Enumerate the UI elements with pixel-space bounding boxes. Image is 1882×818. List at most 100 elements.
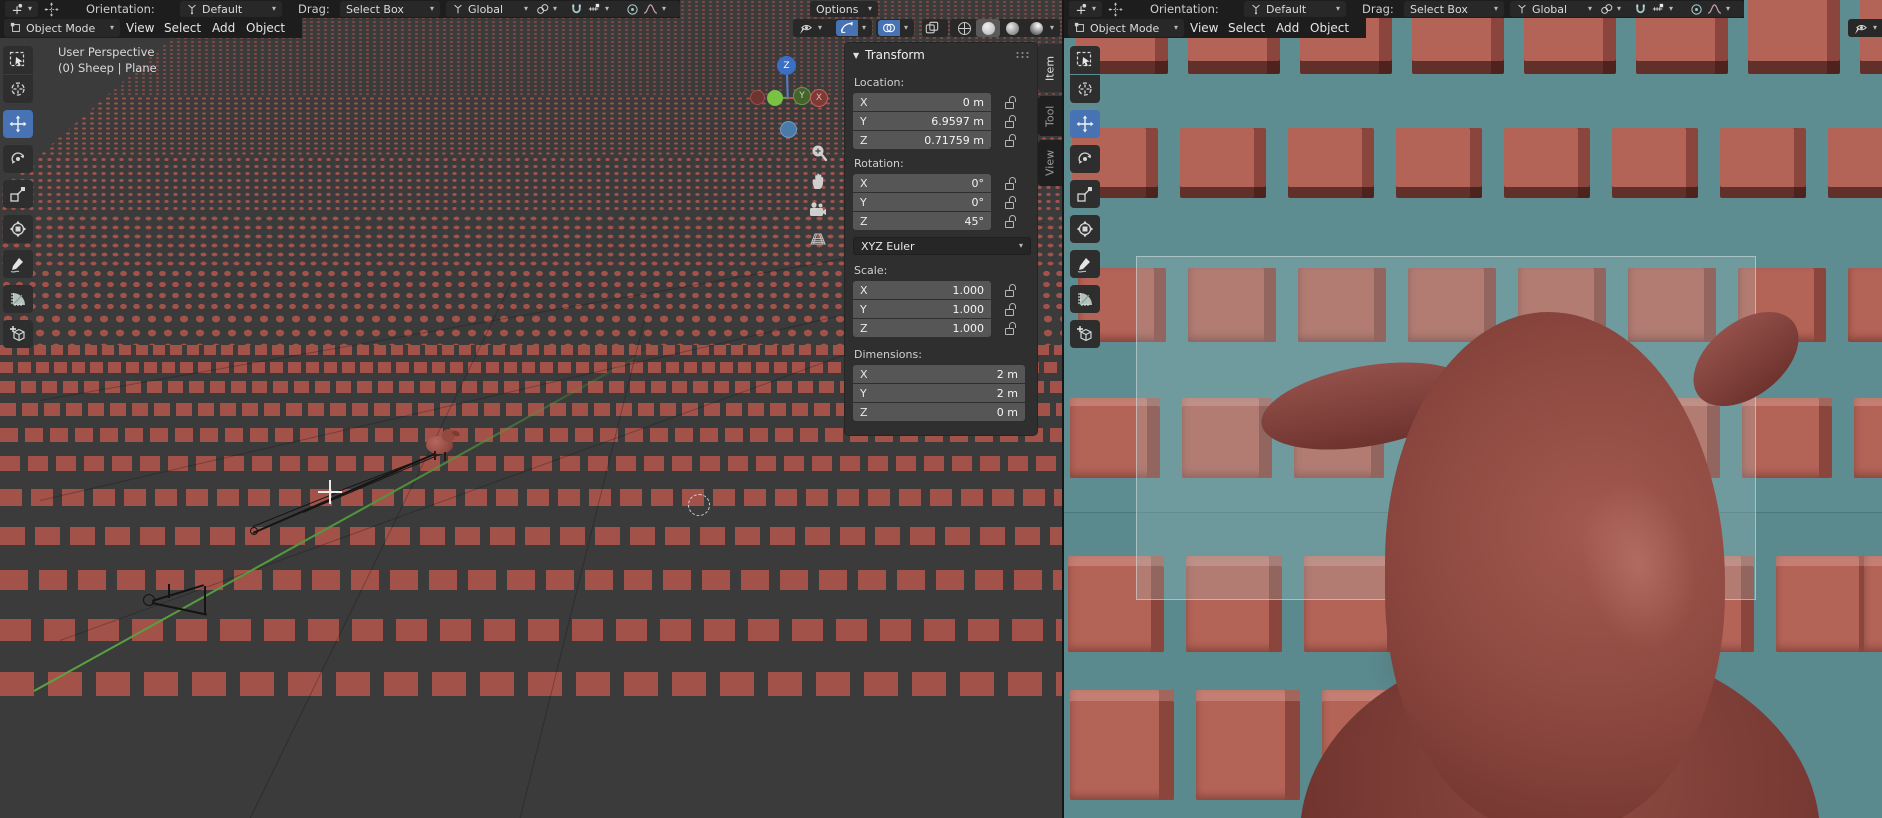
overlays-icon[interactable] <box>878 20 900 36</box>
transform-space-dropdown[interactable]: Global ▾ <box>446 1 534 17</box>
location-x-field[interactable]: X0 m <box>853 93 991 111</box>
menu-view[interactable]: View <box>120 18 160 38</box>
sidebar-tab-item[interactable]: Item <box>1038 44 1062 92</box>
unlock-icon[interactable] <box>1005 322 1016 334</box>
tool-add-cube[interactable] <box>3 320 33 348</box>
dimensions-y-field[interactable]: Y2 m <box>853 384 1025 402</box>
cube <box>1180 128 1266 198</box>
gizmo-arc-icon[interactable] <box>836 20 858 36</box>
tool-add-cube[interactable] <box>1070 320 1100 348</box>
proportional-editing-controls[interactable]: ▾ <box>620 1 680 17</box>
unlock-icon[interactable] <box>1005 215 1016 227</box>
scale-x-field[interactable]: X1.000 <box>853 281 991 299</box>
transform-space-dropdown[interactable]: Global ▾ <box>1510 1 1598 17</box>
tool-annotate[interactable] <box>3 250 33 278</box>
tool-transform[interactable] <box>3 215 33 243</box>
tool-select-box[interactable] <box>1070 46 1100 74</box>
dimensions-x-field[interactable]: X2 m <box>853 365 1025 383</box>
sidebar-tab-view[interactable]: View <box>1038 140 1062 186</box>
tool-select-box[interactable] <box>3 46 33 74</box>
snapping-controls[interactable]: ▾ <box>1628 1 1688 17</box>
viewport-divider[interactable] <box>1062 0 1064 818</box>
gizmo-y-neg-ball[interactable] <box>767 90 783 106</box>
right-3d-viewport[interactable] <box>1064 0 1882 818</box>
location-y-field[interactable]: Y6.9597 m <box>853 112 991 130</box>
menu-add[interactable]: Add <box>1270 18 1305 38</box>
proportional-editing-controls[interactable]: ▾ <box>1684 1 1744 17</box>
shading-rendered-button[interactable] <box>1024 19 1048 37</box>
tool-move[interactable] <box>3 110 33 138</box>
menu-object[interactable]: Object <box>240 18 291 38</box>
unlock-icon[interactable] <box>1005 96 1016 108</box>
gizmo-x-neg-ball[interactable] <box>750 90 765 105</box>
gizmo-x-ball[interactable]: X <box>810 89 828 107</box>
unlock-icon[interactable] <box>1005 134 1016 146</box>
shading-material-button[interactable] <box>1000 19 1024 37</box>
hand-icon[interactable] <box>806 168 832 194</box>
zoom-icon[interactable] <box>806 140 832 166</box>
camera-object[interactable] <box>204 586 206 614</box>
gizmos-toggle[interactable]: ▾ <box>834 19 872 37</box>
tool-annotate[interactable] <box>1070 250 1100 278</box>
tool-cursor[interactable] <box>1070 75 1100 103</box>
pivot-point-dropdown[interactable]: ▾ <box>530 1 566 17</box>
pivot-icon <box>1600 3 1613 16</box>
collapse-arrow-icon[interactable]: ▼ <box>853 51 859 60</box>
rotation-mode-dropdown[interactable]: XYZ Euler ▾ <box>853 237 1031 255</box>
snapping-controls[interactable]: ▾ <box>564 1 624 17</box>
object-visibility-dropdown[interactable]: ▾ <box>793 19 835 37</box>
pivot-point-dropdown[interactable]: ▾ <box>1594 1 1630 17</box>
tool-rotate[interactable] <box>3 145 33 173</box>
grid-persp-icon[interactable] <box>805 226 831 252</box>
tool-cursor[interactable] <box>3 75 33 103</box>
sidebar-tab-tool[interactable]: Tool <box>1038 96 1062 136</box>
menu-add[interactable]: Add <box>206 18 241 38</box>
tool-measure[interactable] <box>1070 285 1100 313</box>
unlock-icon[interactable] <box>1005 196 1016 208</box>
shading-solid-button[interactable] <box>976 19 1000 37</box>
dimensions-label: Dimensions: <box>854 348 922 361</box>
menu-view[interactable]: View <box>1184 18 1224 38</box>
scale-z-field[interactable]: Z1.000 <box>853 319 991 337</box>
xray-toggle[interactable] <box>922 19 948 37</box>
camera-object-ring[interactable] <box>143 594 155 606</box>
unlock-icon[interactable] <box>1005 115 1016 127</box>
gizmo-z-neg-ball[interactable] <box>780 121 797 138</box>
menu-select[interactable]: Select <box>1222 18 1271 38</box>
mode-dropdown[interactable]: Object Mode ▾ <box>1068 19 1184 37</box>
unlock-icon[interactable] <box>1005 284 1016 296</box>
menu-select[interactable]: Select <box>158 18 207 38</box>
orientation-dropdown[interactable]: Default ▾ <box>180 1 282 17</box>
active-tool-button[interactable]: ▾ <box>5 1 38 17</box>
tool-measure[interactable] <box>3 285 33 313</box>
rotation-y-field[interactable]: Y0° <box>853 193 991 211</box>
object-visibility-dropdown[interactable]: ▾ <box>1848 19 1882 37</box>
transform-panel-header[interactable]: ▼ Transform <box>853 48 925 62</box>
tool-scale[interactable] <box>3 180 33 208</box>
gizmo-y-ball[interactable]: Y <box>793 87 811 105</box>
rotation-x-field[interactable]: X0° <box>853 174 991 192</box>
drag-dropdown[interactable]: Select Box ▾ <box>1404 1 1504 17</box>
overlays-toggle[interactable]: ▾ <box>876 19 914 37</box>
active-tool-button[interactable]: ▾ <box>1069 1 1102 17</box>
unlock-icon[interactable] <box>1005 177 1016 189</box>
gizmo-z-ball[interactable]: Z <box>777 56 796 75</box>
panel-drag-handle[interactable] <box>1015 51 1029 59</box>
camera-icon[interactable] <box>804 197 830 223</box>
drag-dropdown[interactable]: Select Box ▾ <box>340 1 440 17</box>
tool-transform[interactable] <box>1070 215 1100 243</box>
shading-wireframe-button[interactable] <box>952 19 976 37</box>
mode-dropdown[interactable]: Object Mode ▾ <box>4 19 120 37</box>
location-z-field[interactable]: Z0.71759 m <box>853 131 991 149</box>
scale-y-field[interactable]: Y1.000 <box>853 300 991 318</box>
camera-object[interactable] <box>168 584 170 598</box>
rotation-z-field[interactable]: Z45° <box>853 212 991 230</box>
orientation-dropdown[interactable]: Default ▾ <box>1244 1 1346 17</box>
tool-rotate[interactable] <box>1070 145 1100 173</box>
menu-object[interactable]: Object <box>1304 18 1355 38</box>
dimensions-z-field[interactable]: Z0 m <box>853 403 1025 421</box>
tool-scale[interactable] <box>1070 180 1100 208</box>
unlock-icon[interactable] <box>1005 303 1016 315</box>
tool-move[interactable] <box>1070 110 1100 138</box>
options-dropdown[interactable]: Options ▾ <box>810 1 878 17</box>
